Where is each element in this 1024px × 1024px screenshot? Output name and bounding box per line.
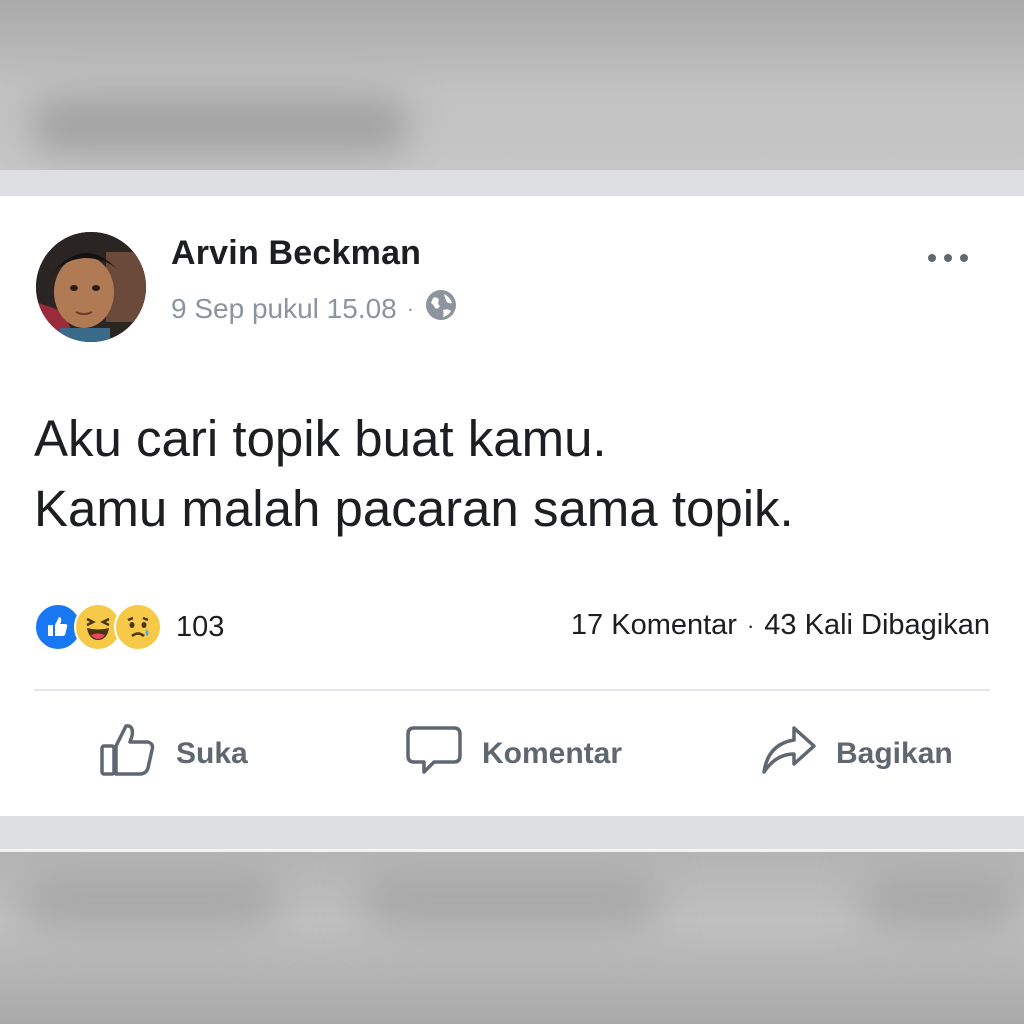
action-bar: Suka Komentar Bagikan	[0, 716, 1024, 792]
post-text-line: Aku cari topik buat kamu.	[34, 410, 607, 467]
post-text: Aku cari topik buat kamu. Kamu malah pac…	[34, 404, 794, 544]
post-timestamp[interactable]: 9 Sep pukul 15.08	[171, 293, 397, 325]
feed-separator-bottom	[0, 816, 1024, 852]
like-button[interactable]: Suka	[98, 716, 248, 792]
avatar[interactable]	[36, 232, 146, 342]
feed-separator-top	[0, 170, 1024, 196]
comment-button-label: Komentar	[482, 737, 623, 770]
more-options-icon[interactable]	[918, 238, 978, 278]
comment-count-link[interactable]: 17 Komentar	[571, 609, 737, 642]
reaction-summary[interactable]: 103	[34, 602, 224, 652]
share-button-label: Bagikan	[836, 737, 953, 770]
post-meta: 9 Sep pukul 15.08 ·	[171, 288, 458, 329]
stats-separator: ·	[746, 612, 755, 638]
reaction-count: 103	[176, 610, 225, 643]
comment-button[interactable]: Komentar	[404, 716, 622, 792]
share-count-link[interactable]: 43 Kali Dibagikan	[764, 609, 990, 642]
share-button[interactable]: Bagikan	[758, 716, 953, 792]
speech-bubble-icon	[404, 720, 464, 788]
author-name[interactable]: Arvin Beckman	[171, 234, 421, 273]
thumbs-up-icon	[98, 720, 158, 788]
share-arrow-icon	[758, 720, 818, 788]
meta-separator: ·	[406, 295, 415, 321]
post-card: Arvin Beckman 9 Sep pukul 15.08 · Aku ca…	[0, 196, 1024, 816]
sad-reaction-icon	[114, 603, 162, 651]
blurred-background-bottom	[0, 852, 1024, 1024]
post-stats: 17 Komentar · 43 Kali Dibagikan	[571, 609, 990, 642]
like-button-label: Suka	[176, 737, 248, 770]
post-text-line: Kamu malah pacaran sama topik.	[34, 480, 794, 537]
globe-icon[interactable]	[424, 288, 458, 329]
blurred-background-top	[0, 0, 1024, 170]
divider	[34, 689, 990, 691]
